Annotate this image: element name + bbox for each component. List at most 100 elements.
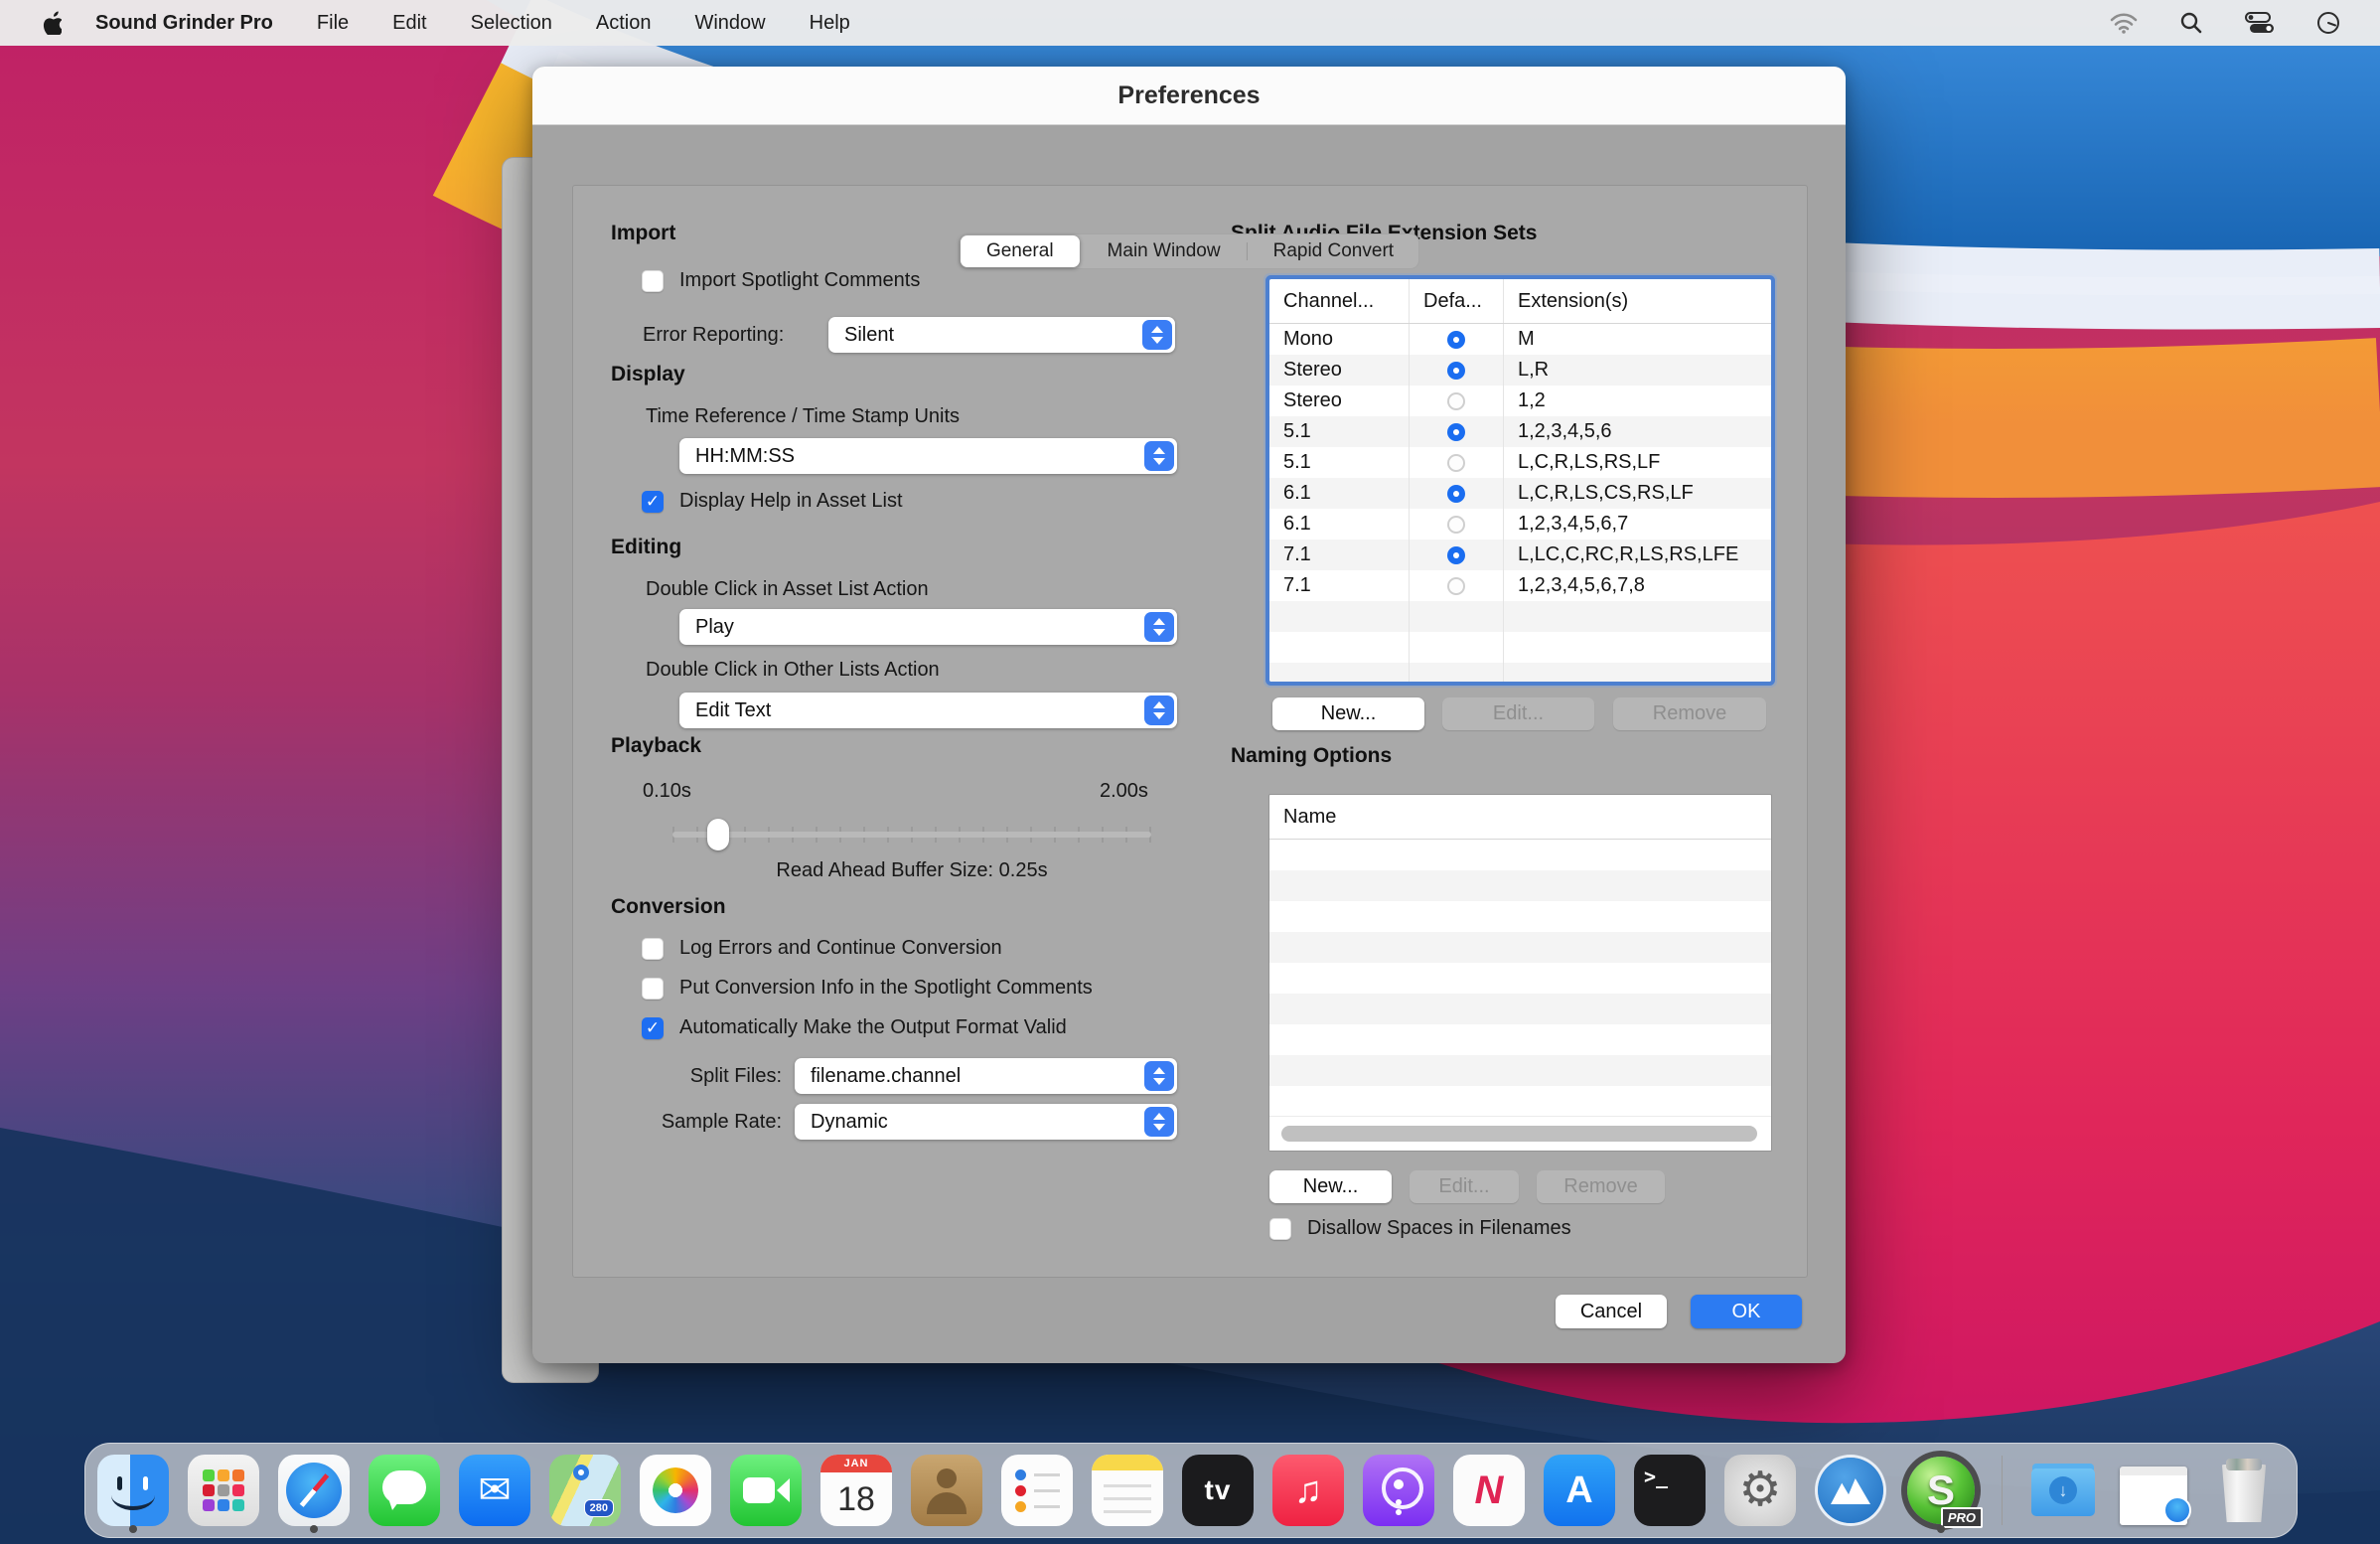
dock-item-facetime[interactable] — [730, 1449, 802, 1532]
dock-item-launchpad[interactable] — [188, 1449, 259, 1532]
extension-row[interactable]: 7.1L,LC,C,RC,R,LS,RS,LFE — [1269, 540, 1771, 570]
menu-window[interactable]: Window — [694, 12, 765, 35]
menu-file[interactable]: File — [317, 12, 349, 35]
asset-list-action-select[interactable]: Play — [679, 609, 1177, 645]
display-help-checkbox[interactable] — [642, 491, 664, 513]
tab-general[interactable]: General — [961, 235, 1080, 267]
menu-action[interactable]: Action — [596, 12, 652, 35]
dock-item-minimized-window[interactable] — [2118, 1449, 2189, 1532]
dock-item-sound-grinder-pro[interactable]: SPRO — [1905, 1449, 1977, 1532]
extension-row[interactable]: 6.11,2,3,4,5,6,7 — [1269, 509, 1771, 540]
dock-item-safari[interactable] — [278, 1449, 350, 1532]
naming-new-button[interactable]: New... — [1269, 1170, 1392, 1203]
apple-tv-glyph: tv — [1205, 1474, 1232, 1506]
default-radio[interactable] — [1447, 546, 1465, 564]
dock-divider — [2002, 1456, 2003, 1525]
menu-edit[interactable]: Edit — [392, 12, 426, 35]
downloads-icon: ↓ — [2027, 1455, 2099, 1526]
asset-list-action-value: Play — [679, 616, 1144, 639]
col-name[interactable]: Name — [1269, 795, 1771, 839]
dock-item-trash[interactable] — [2208, 1449, 2280, 1532]
dock-item-maps[interactable]: 280 — [549, 1449, 621, 1532]
extension-row[interactable]: 7.11,2,3,4,5,6,7,8 — [1269, 570, 1771, 601]
dock-item-reminders[interactable] — [1001, 1449, 1073, 1532]
dialog-title-bar[interactable]: Preferences — [532, 67, 1846, 125]
error-reporting-select[interactable]: Silent — [828, 317, 1175, 353]
dock-item-music[interactable]: ♫ — [1272, 1449, 1344, 1532]
col-channels[interactable]: Channel... — [1269, 279, 1410, 323]
channels-cell: 6.1 — [1269, 509, 1410, 540]
dock-item-downloads[interactable]: ↓ — [2027, 1449, 2099, 1532]
clock-icon[interactable] — [2316, 11, 2340, 35]
col-default[interactable]: Defa... — [1410, 279, 1504, 323]
dock-item-app-cleaner[interactable] — [1815, 1449, 1886, 1532]
naming-table-header: Name — [1269, 795, 1771, 840]
dock-item-photos[interactable] — [640, 1449, 711, 1532]
channels-cell: 5.1 — [1269, 416, 1410, 447]
tab-main-window[interactable]: Main Window — [1082, 233, 1247, 269]
tab-rapid-convert[interactable]: Rapid Convert — [1248, 233, 1419, 269]
default-cell — [1410, 355, 1504, 386]
default-radio[interactable] — [1447, 454, 1465, 472]
other-lists-action-select[interactable]: Edit Text — [679, 693, 1177, 728]
disallow-spaces-checkbox[interactable] — [1269, 1218, 1291, 1240]
naming-options-table[interactable]: Name — [1269, 795, 1771, 1151]
log-errors-checkbox[interactable] — [642, 938, 664, 960]
split-files-select[interactable]: filename.channel — [795, 1058, 1177, 1094]
auto-valid-checkbox[interactable] — [642, 1017, 664, 1039]
extension-row[interactable]: 5.1L,C,R,LS,RS,LF — [1269, 447, 1771, 478]
extension-edit-button[interactable]: Edit... — [1442, 697, 1594, 730]
extension-row[interactable]: 6.1L,C,R,LS,CS,RS,LF — [1269, 478, 1771, 509]
dock-item-finder[interactable] — [97, 1449, 169, 1532]
conversion-info-checkbox[interactable] — [642, 978, 664, 1000]
dock-item-contacts[interactable] — [911, 1449, 982, 1532]
dock-item-app-store[interactable]: A — [1544, 1449, 1615, 1532]
extension-sets-table[interactable]: Channel... Defa... Extension(s) MonoMSte… — [1269, 279, 1771, 682]
menu-help[interactable]: Help — [810, 12, 850, 35]
search-icon[interactable] — [2179, 11, 2203, 35]
default-radio[interactable] — [1447, 485, 1465, 503]
default-radio[interactable] — [1447, 423, 1465, 441]
extension-row[interactable]: 5.11,2,3,4,5,6 — [1269, 416, 1771, 447]
extension-row[interactable]: MonoM — [1269, 324, 1771, 355]
scrollbar-thumb[interactable] — [1281, 1126, 1757, 1142]
active-app-name[interactable]: Sound Grinder Pro — [95, 12, 273, 35]
apple-menu-icon[interactable] — [42, 11, 62, 35]
dock-item-news[interactable]: N — [1453, 1449, 1525, 1532]
cancel-button[interactable]: Cancel — [1556, 1295, 1667, 1328]
dock-item-terminal[interactable]: >_ — [1634, 1449, 1706, 1532]
mail-glyph: ✉ — [478, 1470, 512, 1510]
default-radio[interactable] — [1447, 392, 1465, 410]
dock-item-notes[interactable] — [1092, 1449, 1163, 1532]
dock-item-apple-tv[interactable]: tv — [1182, 1449, 1254, 1532]
terminal-glyph: >_ — [1644, 1465, 1668, 1488]
slider-thumb[interactable] — [707, 819, 729, 850]
sample-rate-select[interactable]: Dynamic — [795, 1104, 1177, 1140]
default-radio[interactable] — [1447, 577, 1465, 595]
menu-selection[interactable]: Selection — [471, 12, 552, 35]
extension-remove-button[interactable]: Remove — [1613, 697, 1766, 730]
dock-item-calendar[interactable]: JAN18 — [820, 1449, 892, 1532]
naming-remove-button[interactable]: Remove — [1537, 1170, 1665, 1203]
extension-row[interactable]: StereoL,R — [1269, 355, 1771, 386]
time-units-select[interactable]: HH:MM:SS — [679, 438, 1177, 474]
naming-edit-button[interactable]: Edit... — [1410, 1170, 1519, 1203]
extension-new-button[interactable]: New... — [1272, 697, 1424, 730]
default-radio[interactable] — [1447, 362, 1465, 380]
control-center-icon[interactable] — [2245, 12, 2275, 34]
dock-item-mail[interactable]: ✉ — [459, 1449, 530, 1532]
dock-item-messages[interactable] — [369, 1449, 440, 1532]
wifi-icon[interactable] — [2110, 12, 2138, 34]
naming-table-scrollbar[interactable] — [1269, 1116, 1771, 1151]
tab-bar: General Main Window Rapid Convert — [959, 233, 1419, 269]
read-ahead-slider[interactable] — [672, 818, 1151, 851]
ok-button[interactable]: OK — [1691, 1295, 1802, 1328]
extensions-cell: M — [1504, 324, 1771, 355]
dock-item-system-preferences[interactable]: ⚙ — [1724, 1449, 1796, 1532]
extension-row[interactable]: Stereo1,2 — [1269, 386, 1771, 416]
col-extensions[interactable]: Extension(s) — [1504, 279, 1771, 323]
default-radio[interactable] — [1447, 331, 1465, 349]
dock-item-podcasts[interactable] — [1363, 1449, 1434, 1532]
import-spotlight-checkbox[interactable] — [642, 270, 664, 292]
default-radio[interactable] — [1447, 516, 1465, 534]
